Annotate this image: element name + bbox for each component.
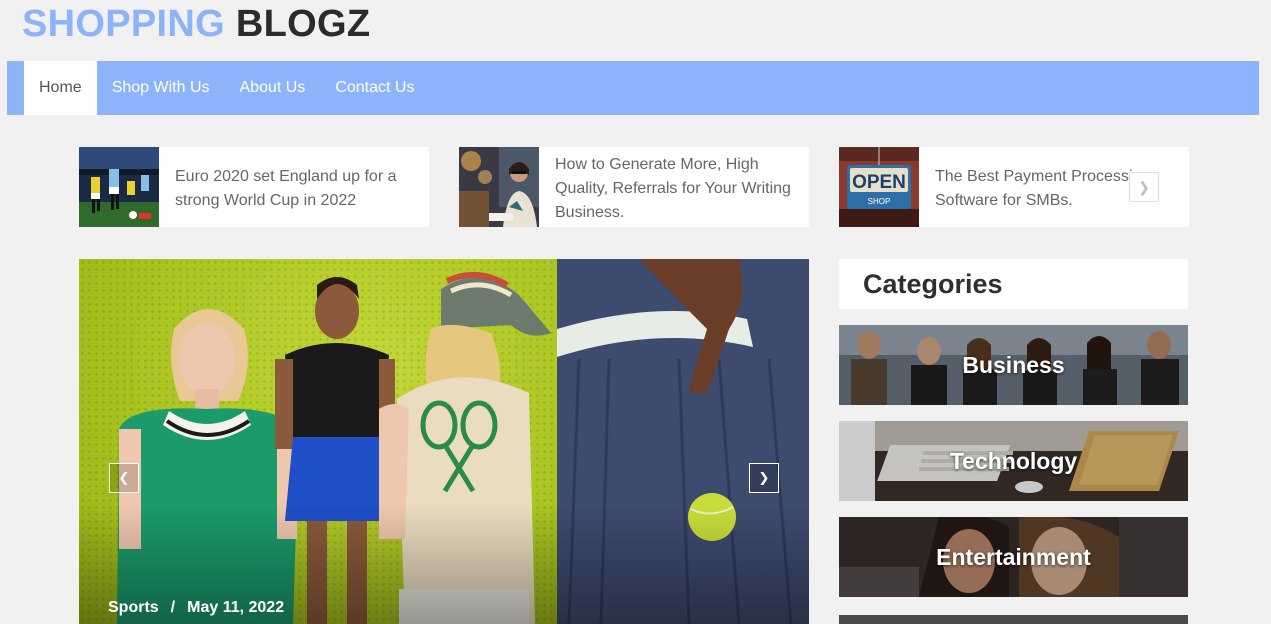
slide-meta-separator: /: [170, 599, 176, 616]
ticker-title[interactable]: How to Generate More, High Quality, Refe…: [539, 147, 809, 227]
category-technology[interactable]: Technology: [839, 421, 1188, 501]
slide-date[interactable]: May 11, 2022: [187, 599, 284, 617]
category-partial-image: [839, 615, 1188, 624]
ticker-thumb-open-sign[interactable]: OPEN SHOP: [839, 147, 919, 227]
nav-item-shop-with-us[interactable]: Shop With Us: [97, 61, 225, 115]
ticker-next-button[interactable]: ❯: [1129, 172, 1159, 202]
category-next-partial[interactable]: [839, 613, 1188, 624]
nav-list: Home Shop With Us About Us Contact Us: [24, 61, 429, 115]
chevron-left-icon: ❮: [118, 470, 130, 485]
category-business[interactable]: Business: [839, 325, 1188, 405]
football-image: [79, 147, 159, 227]
logo-shopping: SHOPPING: [22, 3, 225, 45]
category-label[interactable]: Business: [839, 325, 1188, 405]
ticker-thumb-football[interactable]: [79, 147, 159, 227]
category-label[interactable]: Entertainment: [839, 517, 1188, 597]
ticker-thumb-writer[interactable]: [459, 147, 539, 227]
ticker-title[interactable]: Euro 2020 set England up for a strong Wo…: [159, 147, 429, 227]
site-logo[interactable]: SHOPPING BLOGZ: [22, 3, 370, 45]
nav-item-home[interactable]: Home: [24, 61, 97, 115]
nav-left-stripe: [7, 61, 23, 115]
slide-category-link[interactable]: Sports: [108, 599, 159, 617]
slider-prev-button[interactable]: ❮: [109, 463, 139, 493]
nav-item-about-us[interactable]: About Us: [225, 61, 321, 115]
ticker-item-referrals[interactable]: How to Generate More, High Quality, Refe…: [459, 147, 809, 227]
open-sign-text: OPEN: [852, 172, 906, 193]
categories-title: Categories: [839, 259, 1188, 309]
chevron-right-icon: ❯: [1138, 178, 1150, 195]
chevron-right-icon: ❯: [758, 470, 770, 485]
main-nav: Home Shop With Us About Us Contact Us: [7, 61, 1259, 115]
slide-meta: Sports / May 11, 2022: [108, 599, 284, 617]
slider-next-button[interactable]: ❯: [749, 463, 779, 493]
category-entertainment[interactable]: Entertainment: [839, 517, 1188, 597]
writer-image: [459, 147, 539, 227]
logo-blogz: BLOGZ: [235, 3, 371, 45]
ticker-item-euro-2020[interactable]: Euro 2020 set England up for a strong Wo…: [79, 147, 429, 227]
open-sign-image: OPEN SHOP: [839, 147, 919, 227]
shop-sign-text: SHOP: [868, 197, 891, 206]
nav-item-contact-us[interactable]: Contact Us: [320, 61, 429, 115]
category-label[interactable]: Technology: [839, 421, 1188, 501]
featured-slider[interactable]: ❮ ❯ Sports / May 11, 2022: [79, 259, 809, 624]
